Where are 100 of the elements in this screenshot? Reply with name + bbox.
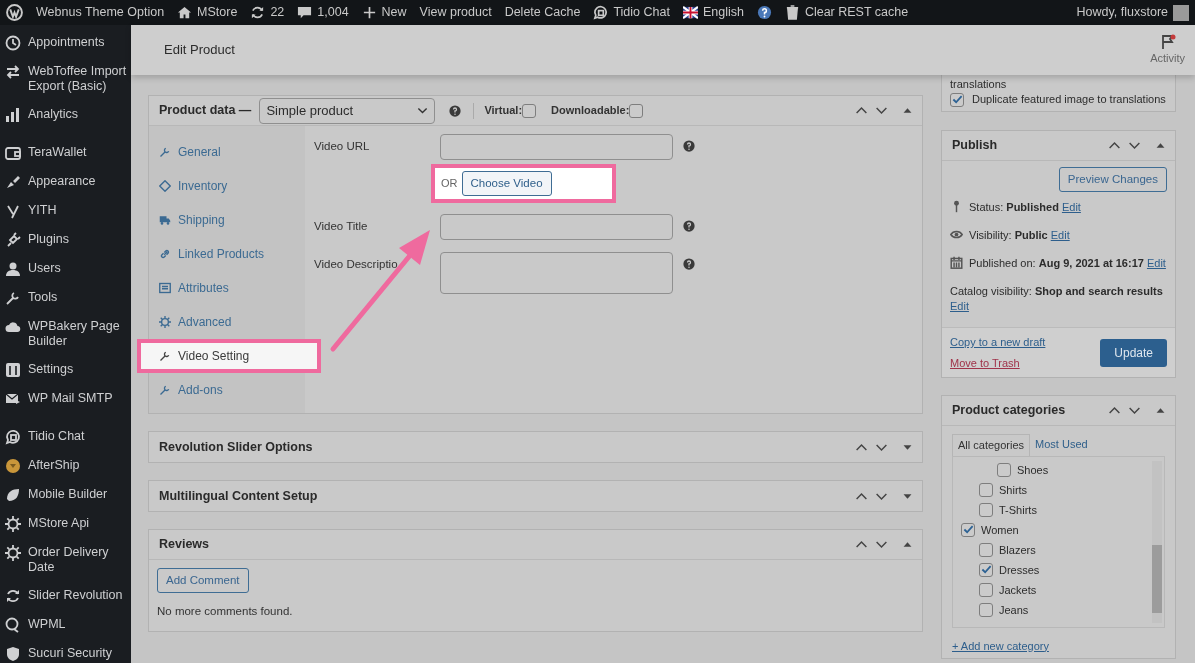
- menu-item[interactable]: MStore Api: [28, 516, 90, 532]
- bar-chart-icon: [5, 107, 21, 123]
- checkbox[interactable]: [522, 103, 537, 118]
- edit-link[interactable]: Edit: [950, 300, 969, 313]
- plus-icon: [361, 5, 377, 20]
- preview-changes-button[interactable]: Preview Changes: [1058, 167, 1167, 193]
- checkbox-label: Virtual:: [484, 103, 523, 119]
- toolbar-link[interactable]: English: [702, 3, 744, 22]
- checkbox[interactable]: [979, 542, 993, 557]
- activity-button[interactable]: Activity: [1150, 49, 1185, 67]
- toolbar-link[interactable]: New: [381, 3, 407, 22]
- menu-item[interactable]: AfterShip: [28, 458, 80, 474]
- status-text: Status: Published Edit: [969, 200, 1081, 216]
- menu-item[interactable]: Appointments: [28, 35, 105, 51]
- y-icon: [5, 203, 21, 219]
- input-field[interactable]: [440, 214, 673, 241]
- toolbar-link[interactable]: Tidio Chat: [613, 3, 670, 22]
- scrollbar-thumb[interactable]: [1152, 544, 1162, 613]
- edit-link[interactable]: Edit: [1146, 257, 1166, 270]
- truck-icon: [159, 214, 171, 226]
- menu-item[interactable]: Tidio Chat: [28, 429, 85, 445]
- toolbar-link[interactable]: 22: [270, 3, 285, 22]
- wrench-icon: [159, 350, 171, 362]
- toolbar-link[interactable]: Clear REST cache: [804, 3, 909, 22]
- menu-item[interactable]: Users: [28, 261, 61, 277]
- box-title: Product categories: [952, 402, 1066, 420]
- logo-icon: [6, 4, 23, 21]
- menu-item[interactable]: WP Mail SMTP: [28, 391, 113, 407]
- checkbox[interactable]: [979, 502, 993, 517]
- status-text: Published on: Aug 9, 2021 at 16:17 Edit: [969, 256, 1166, 272]
- choose-video-button[interactable]: Choose Video: [461, 171, 552, 197]
- copy-draft-link[interactable]: Copy to a new draft: [950, 334, 1046, 351]
- tab[interactable]: All categories: [952, 434, 1031, 456]
- field-label: Video Descriptio: [314, 257, 399, 273]
- checkbox[interactable]: [997, 462, 1011, 477]
- menu-item[interactable]: Slider Revolution: [28, 588, 123, 604]
- tag-icon: [159, 180, 171, 192]
- toolbar-link[interactable]: Delete Cache: [504, 3, 581, 22]
- help-icon: [683, 220, 695, 233]
- menu-item[interactable]: Settings: [28, 362, 74, 378]
- trash-link[interactable]: Move to Trash: [950, 354, 1046, 372]
- toolbar-link[interactable]: Webnus Theme Option: [36, 3, 165, 22]
- help-icon: [449, 104, 462, 117]
- add-comment-button[interactable]: Add Comment: [157, 568, 249, 594]
- shield-icon: [5, 646, 21, 662]
- scrollbar[interactable]: [1152, 460, 1162, 623]
- status-text: Visibility: Public Edit: [969, 228, 1070, 244]
- help-icon: [756, 5, 772, 20]
- input-field[interactable]: [440, 134, 673, 160]
- wrench-icon: [159, 146, 171, 158]
- wrench-icon: [5, 290, 21, 306]
- flag-icon: [682, 5, 698, 20]
- product-type-select[interactable]: Simple product: [259, 97, 436, 124]
- toolbar-link[interactable]: MStore: [197, 3, 238, 22]
- menu-item[interactable]: Analytics: [28, 107, 79, 123]
- box-text: translations: [950, 77, 1008, 92]
- menu-item[interactable]: Plugins: [28, 232, 69, 248]
- badge-icon: [5, 458, 21, 474]
- edit-link[interactable]: Edit: [1050, 229, 1070, 242]
- menu-item[interactable]: YITH: [28, 203, 57, 219]
- category-label: Blazers: [999, 542, 1036, 558]
- checkbox[interactable]: [950, 92, 964, 107]
- wrench-icon: [159, 384, 171, 396]
- checkbox[interactable]: [961, 522, 975, 537]
- triangle-down-icon: [903, 491, 912, 501]
- menu-item[interactable]: WebToffee Import Export (Basic): [28, 64, 127, 94]
- checkbox[interactable]: [979, 482, 993, 497]
- mail-icon: [5, 391, 21, 407]
- menu-item[interactable]: Order Delivery Date: [28, 545, 127, 575]
- checkbox-label: Downloadable:: [551, 103, 630, 119]
- category-label: Dresses: [999, 562, 1040, 578]
- box-title: Publish: [952, 137, 998, 155]
- update-button[interactable]: Update: [1100, 338, 1167, 367]
- user-greeting[interactable]: Howdy, fluxstore: [1076, 3, 1168, 22]
- brush-icon: [5, 174, 21, 190]
- checkbox[interactable]: [979, 602, 993, 617]
- edit-link[interactable]: Edit: [1061, 201, 1081, 214]
- menu-item[interactable]: WPML: [28, 617, 66, 633]
- textarea-field[interactable]: [440, 252, 673, 295]
- box-title: Revolution Slider Options: [159, 438, 313, 456]
- leaf-icon: [5, 487, 21, 503]
- checkbox[interactable]: [629, 103, 644, 118]
- toolbar-link[interactable]: View product: [419, 3, 492, 22]
- category-label: Jeans: [999, 602, 1029, 618]
- checkbox[interactable]: [979, 582, 993, 597]
- menu-item[interactable]: TeraWallet: [28, 145, 87, 161]
- link-icon: [159, 248, 171, 260]
- add-category-link[interactable]: + Add new category: [952, 639, 1049, 652]
- tab[interactable]: Video Setting: [137, 339, 321, 373]
- menu-item[interactable]: Appearance: [28, 174, 96, 190]
- comment-icon: [297, 5, 313, 20]
- clock-icon: [5, 35, 21, 51]
- toolbar-link[interactable]: 1,004: [317, 3, 349, 22]
- menu-item[interactable]: Tools: [28, 290, 58, 306]
- menu-item[interactable]: Mobile Builder: [28, 487, 108, 503]
- checkbox[interactable]: [979, 562, 993, 577]
- menu-item[interactable]: Sucuri Security: [28, 646, 113, 662]
- empty-message: No more comments found.: [157, 604, 294, 620]
- tab[interactable]: Most Used: [1030, 434, 1093, 456]
- menu-item[interactable]: WPBakery Page Builder: [28, 319, 127, 349]
